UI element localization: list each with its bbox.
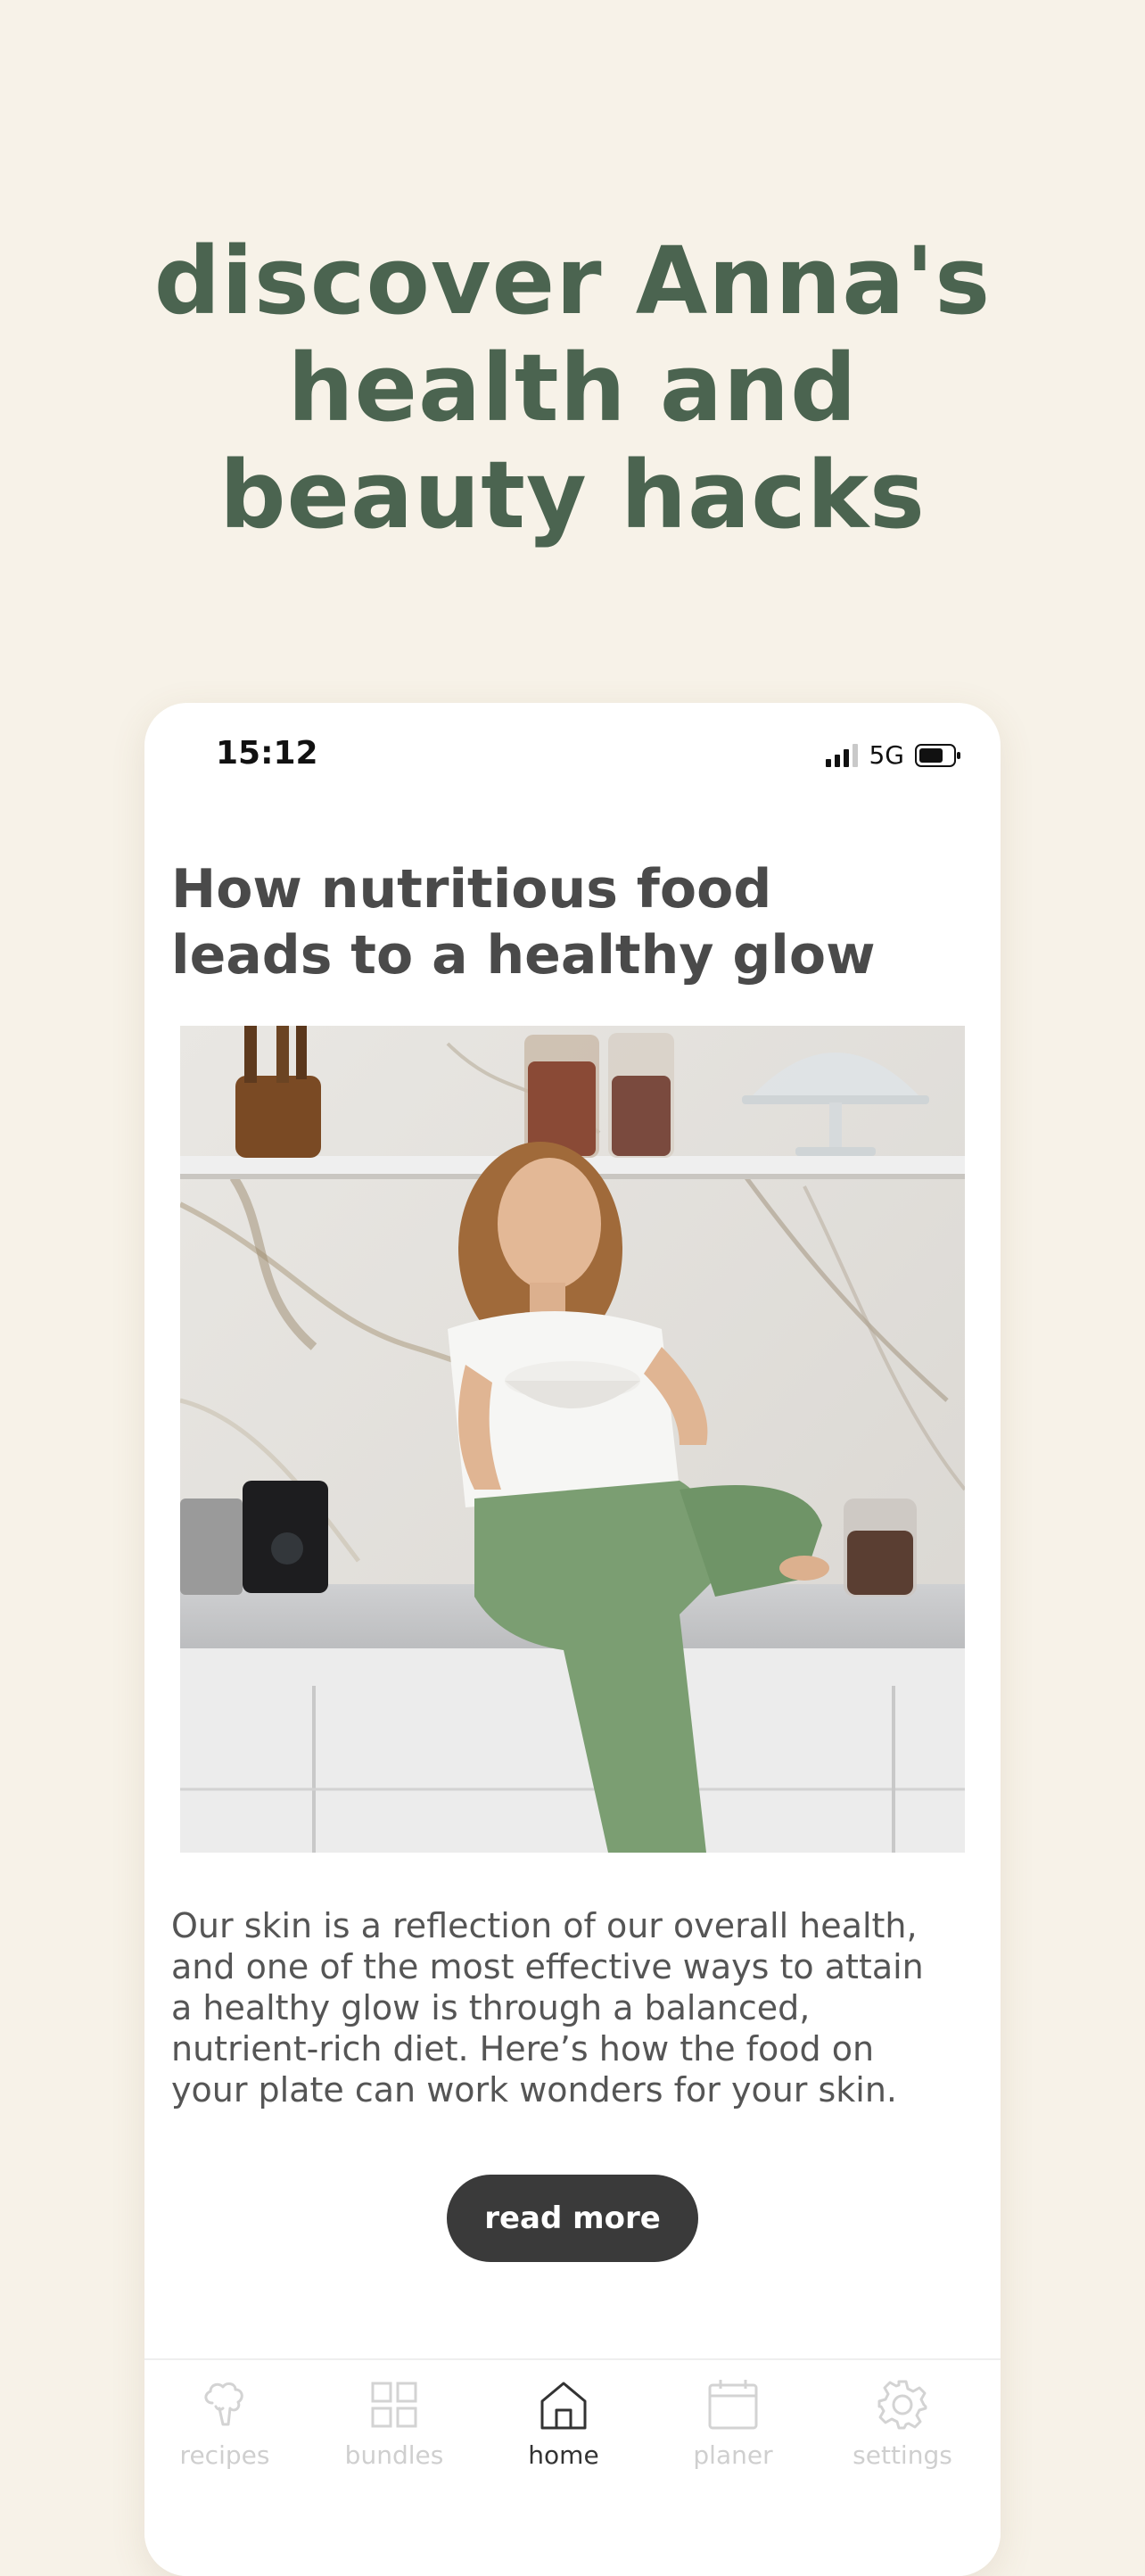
article-excerpt: Our skin is a reflection of our overall … <box>171 1905 974 2110</box>
excerpt-line: your plate can work wonders for your ski… <box>171 2070 898 2110</box>
tab-settings[interactable]: settings <box>822 2376 983 2470</box>
tab-label: planer <box>693 2440 773 2470</box>
tab-label: bundles <box>344 2440 444 2470</box>
article-photo[interactable] <box>180 1026 965 1853</box>
headline-line-1: discover Anna's <box>153 227 992 335</box>
tab-label: home <box>528 2440 599 2470</box>
excerpt-line: Our skin is a reflection of our overall … <box>171 1906 918 1945</box>
excerpt-line: a healthy glow is through a balanced, <box>171 1988 811 2027</box>
broccoli-icon <box>204 2382 243 2426</box>
article-title-line-2: leads to a healthy glow <box>171 924 876 987</box>
article-photo-illustration <box>180 1026 965 1853</box>
read-more-button[interactable]: read more <box>447 2175 698 2262</box>
phone-screen: 15:12 5G How nutritious food leads to a … <box>144 703 1001 2576</box>
bottom-tab-bar: recipes bundles home planer settings <box>144 2358 1001 2576</box>
promo-headline: discover Anna's health and beauty hacks <box>0 227 1145 549</box>
excerpt-line: and one of the most effective ways to at… <box>171 1947 924 1986</box>
article-title: How nutritious food leads to a healthy g… <box>171 856 974 988</box>
excerpt-line: nutrient-rich diet. Here’s how the food … <box>171 2029 875 2068</box>
network-type-label: 5G <box>869 740 904 770</box>
gear-icon <box>877 2380 927 2430</box>
battery-icon <box>915 743 961 767</box>
headline-line-3: beauty hacks <box>219 441 926 549</box>
tab-planer[interactable]: planer <box>653 2376 813 2470</box>
tab-label: settings <box>853 2440 952 2470</box>
grid-icon <box>371 2382 417 2428</box>
headline-line-2: health and <box>287 334 858 442</box>
tab-label: recipes <box>179 2440 270 2470</box>
article-title-line-1: How nutritious food <box>171 858 772 921</box>
tab-home[interactable]: home <box>483 2376 644 2470</box>
cellular-signal-icon <box>826 743 859 767</box>
tab-bundles[interactable]: bundles <box>314 2376 474 2470</box>
status-indicators: 5G <box>826 740 961 770</box>
calendar-icon <box>708 2380 758 2430</box>
tab-recipes[interactable]: recipes <box>144 2376 305 2470</box>
home-icon <box>540 2382 587 2430</box>
status-time: 15:12 <box>216 735 318 772</box>
